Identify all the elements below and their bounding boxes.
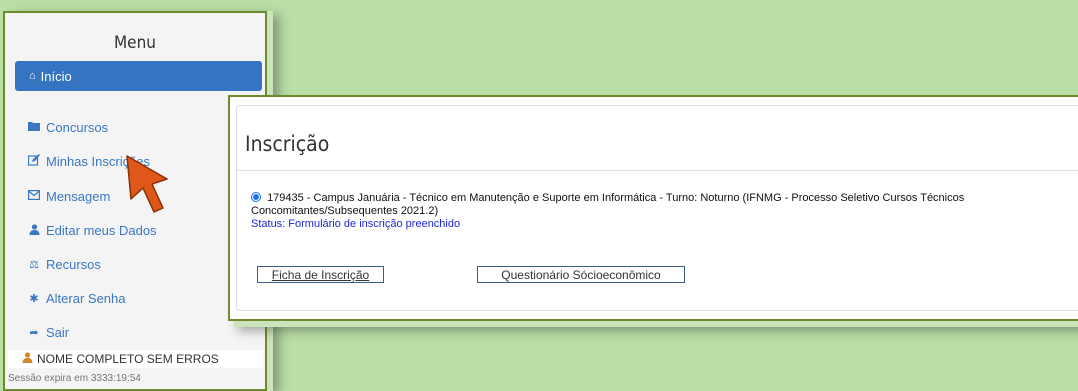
sign-out-icon: ➦ [29,327,39,339]
divider [237,170,1078,171]
gear-icon: ✱ [29,293,39,305]
status-text: Status: Formulário de inscrição preenchi… [251,218,461,230]
sidebar-item-label: Editar meus Dados [46,223,157,238]
sidebar-item-inicio[interactable]: ⌂ Início [15,61,262,91]
menu-title: Menu [113,33,156,53]
mouse-cursor-icon [126,155,168,213]
sidebar-item-mensagem[interactable]: Mensagem [27,189,110,204]
sidebar-item-label: Alterar Senha [46,291,126,306]
page-title: Inscrição [245,132,330,156]
sidebar-item-editar-dados[interactable]: Editar meus Dados [27,223,157,238]
user-icon [22,352,33,366]
user-name-row: NOME COMPLETO SEM ERROS [8,350,263,368]
user-icon [27,223,41,238]
envelope-icon [27,190,41,203]
home-icon: ⌂ [29,70,36,82]
sidebar-item-alterar-senha[interactable]: ✱ Alterar Senha [27,291,126,306]
sidebar-item-label: Início [40,68,72,84]
balance-scale-icon: ⚖ [29,259,39,271]
edit-icon [27,154,41,169]
registration-radio[interactable] [251,192,261,202]
folder-icon [27,121,41,134]
registration-text: 179435 - Campus Januária - Técnico em Ma… [251,192,965,217]
sidebar-item-recursos[interactable]: ⚖ Recursos [27,257,101,272]
sidebar-item-label: Mensagem [46,189,111,204]
ficha-inscricao-button[interactable]: Ficha de Inscrição [257,266,384,283]
user-name: NOME COMPLETO SEM ERROS [37,352,219,366]
panel-body: Inscrição 179435 - Campus Januária - Téc… [236,105,1078,311]
session-expiry: Sessão expira em 3333:19:54 [8,373,141,384]
sidebar-item-sair[interactable]: ➦ Sair [27,325,69,340]
sidebar-item-label: Recursos [46,257,101,272]
registration-entry: 179435 - Campus Januária - Técnico em Ma… [251,192,1051,231]
questionario-button[interactable]: Questionário Sócioeconômico [477,266,685,283]
sidebar-item-label: Sair [46,325,70,340]
inscricao-panel: Inscrição 179435 - Campus Januária - Téc… [228,95,1078,321]
sidebar-item-label: Concursos [46,120,109,135]
sidebar-item-concursos[interactable]: Concursos [27,120,108,135]
